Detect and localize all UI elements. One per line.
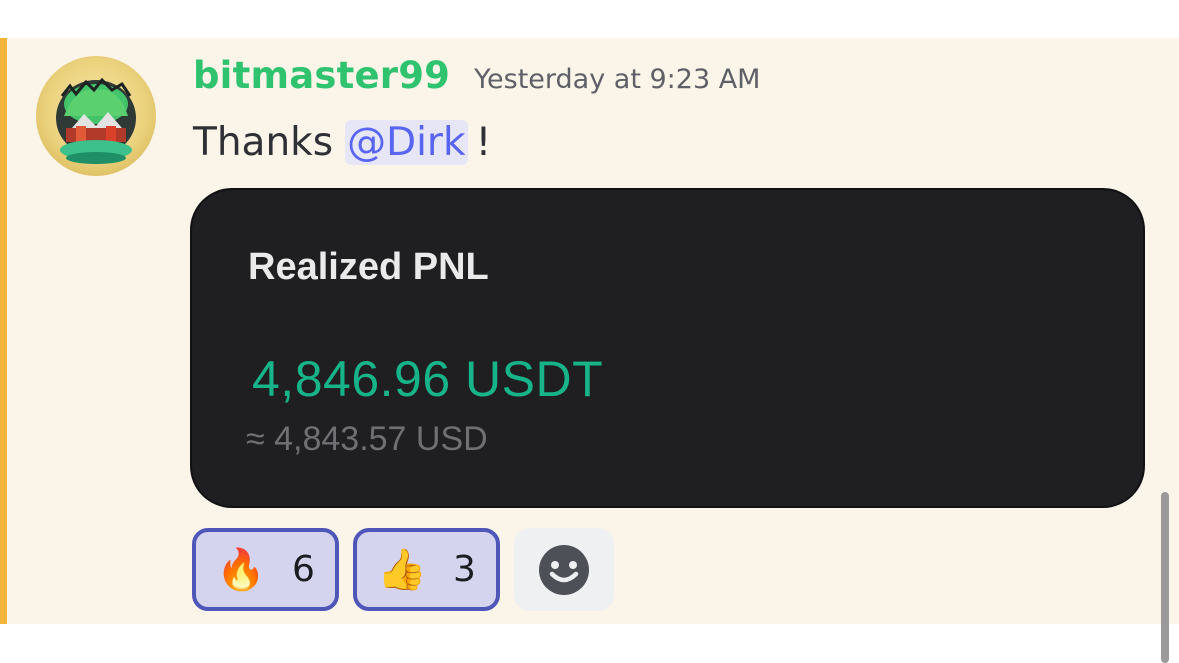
reaction-count: 6 (291, 549, 315, 590)
user-mention[interactable]: @Dirk (345, 119, 468, 165)
avatar-image (36, 56, 156, 176)
reactions-bar: 🔥 6 👍 3 (192, 528, 614, 611)
image-attachment[interactable]: Realized PNL 4,846.96 USDT ≈ 4,843.57 US… (192, 190, 1143, 506)
smiley-icon (539, 544, 589, 595)
thumbs-up-icon: 👍 (377, 546, 427, 593)
message-content: Thanks @Dirk ! (193, 114, 491, 170)
scrollbar-thumb[interactable] (1161, 492, 1169, 663)
pnl-usd-value: ≈ 4,843.57 USD (246, 420, 488, 458)
reaction-count: 3 (452, 549, 476, 590)
message-text: Thanks (193, 119, 334, 165)
message-text-end: ! (475, 119, 492, 165)
pnl-title: Realized PNL (248, 246, 489, 288)
mention-highlight-bar (0, 38, 7, 624)
reaction-thumbs-up[interactable]: 👍 3 (353, 528, 500, 611)
add-reaction-button[interactable] (514, 528, 614, 611)
fire-icon: 🔥 (216, 546, 266, 593)
pnl-value: 4,846.96 USDT (252, 351, 604, 407)
avatar[interactable] (36, 56, 156, 176)
chat-message[interactable]: bitmaster99 Yesterday at 9:23 AM Thanks … (0, 38, 1179, 624)
chat-view: bitmaster99 Yesterday at 9:23 AM Thanks … (0, 0, 1179, 663)
author-name[interactable]: bitmaster99 (193, 54, 450, 97)
message-header: bitmaster99 Yesterday at 9:23 AM (193, 54, 760, 104)
reaction-fire[interactable]: 🔥 6 (192, 528, 339, 611)
message-timestamp[interactable]: Yesterday at 9:23 AM (474, 64, 760, 95)
